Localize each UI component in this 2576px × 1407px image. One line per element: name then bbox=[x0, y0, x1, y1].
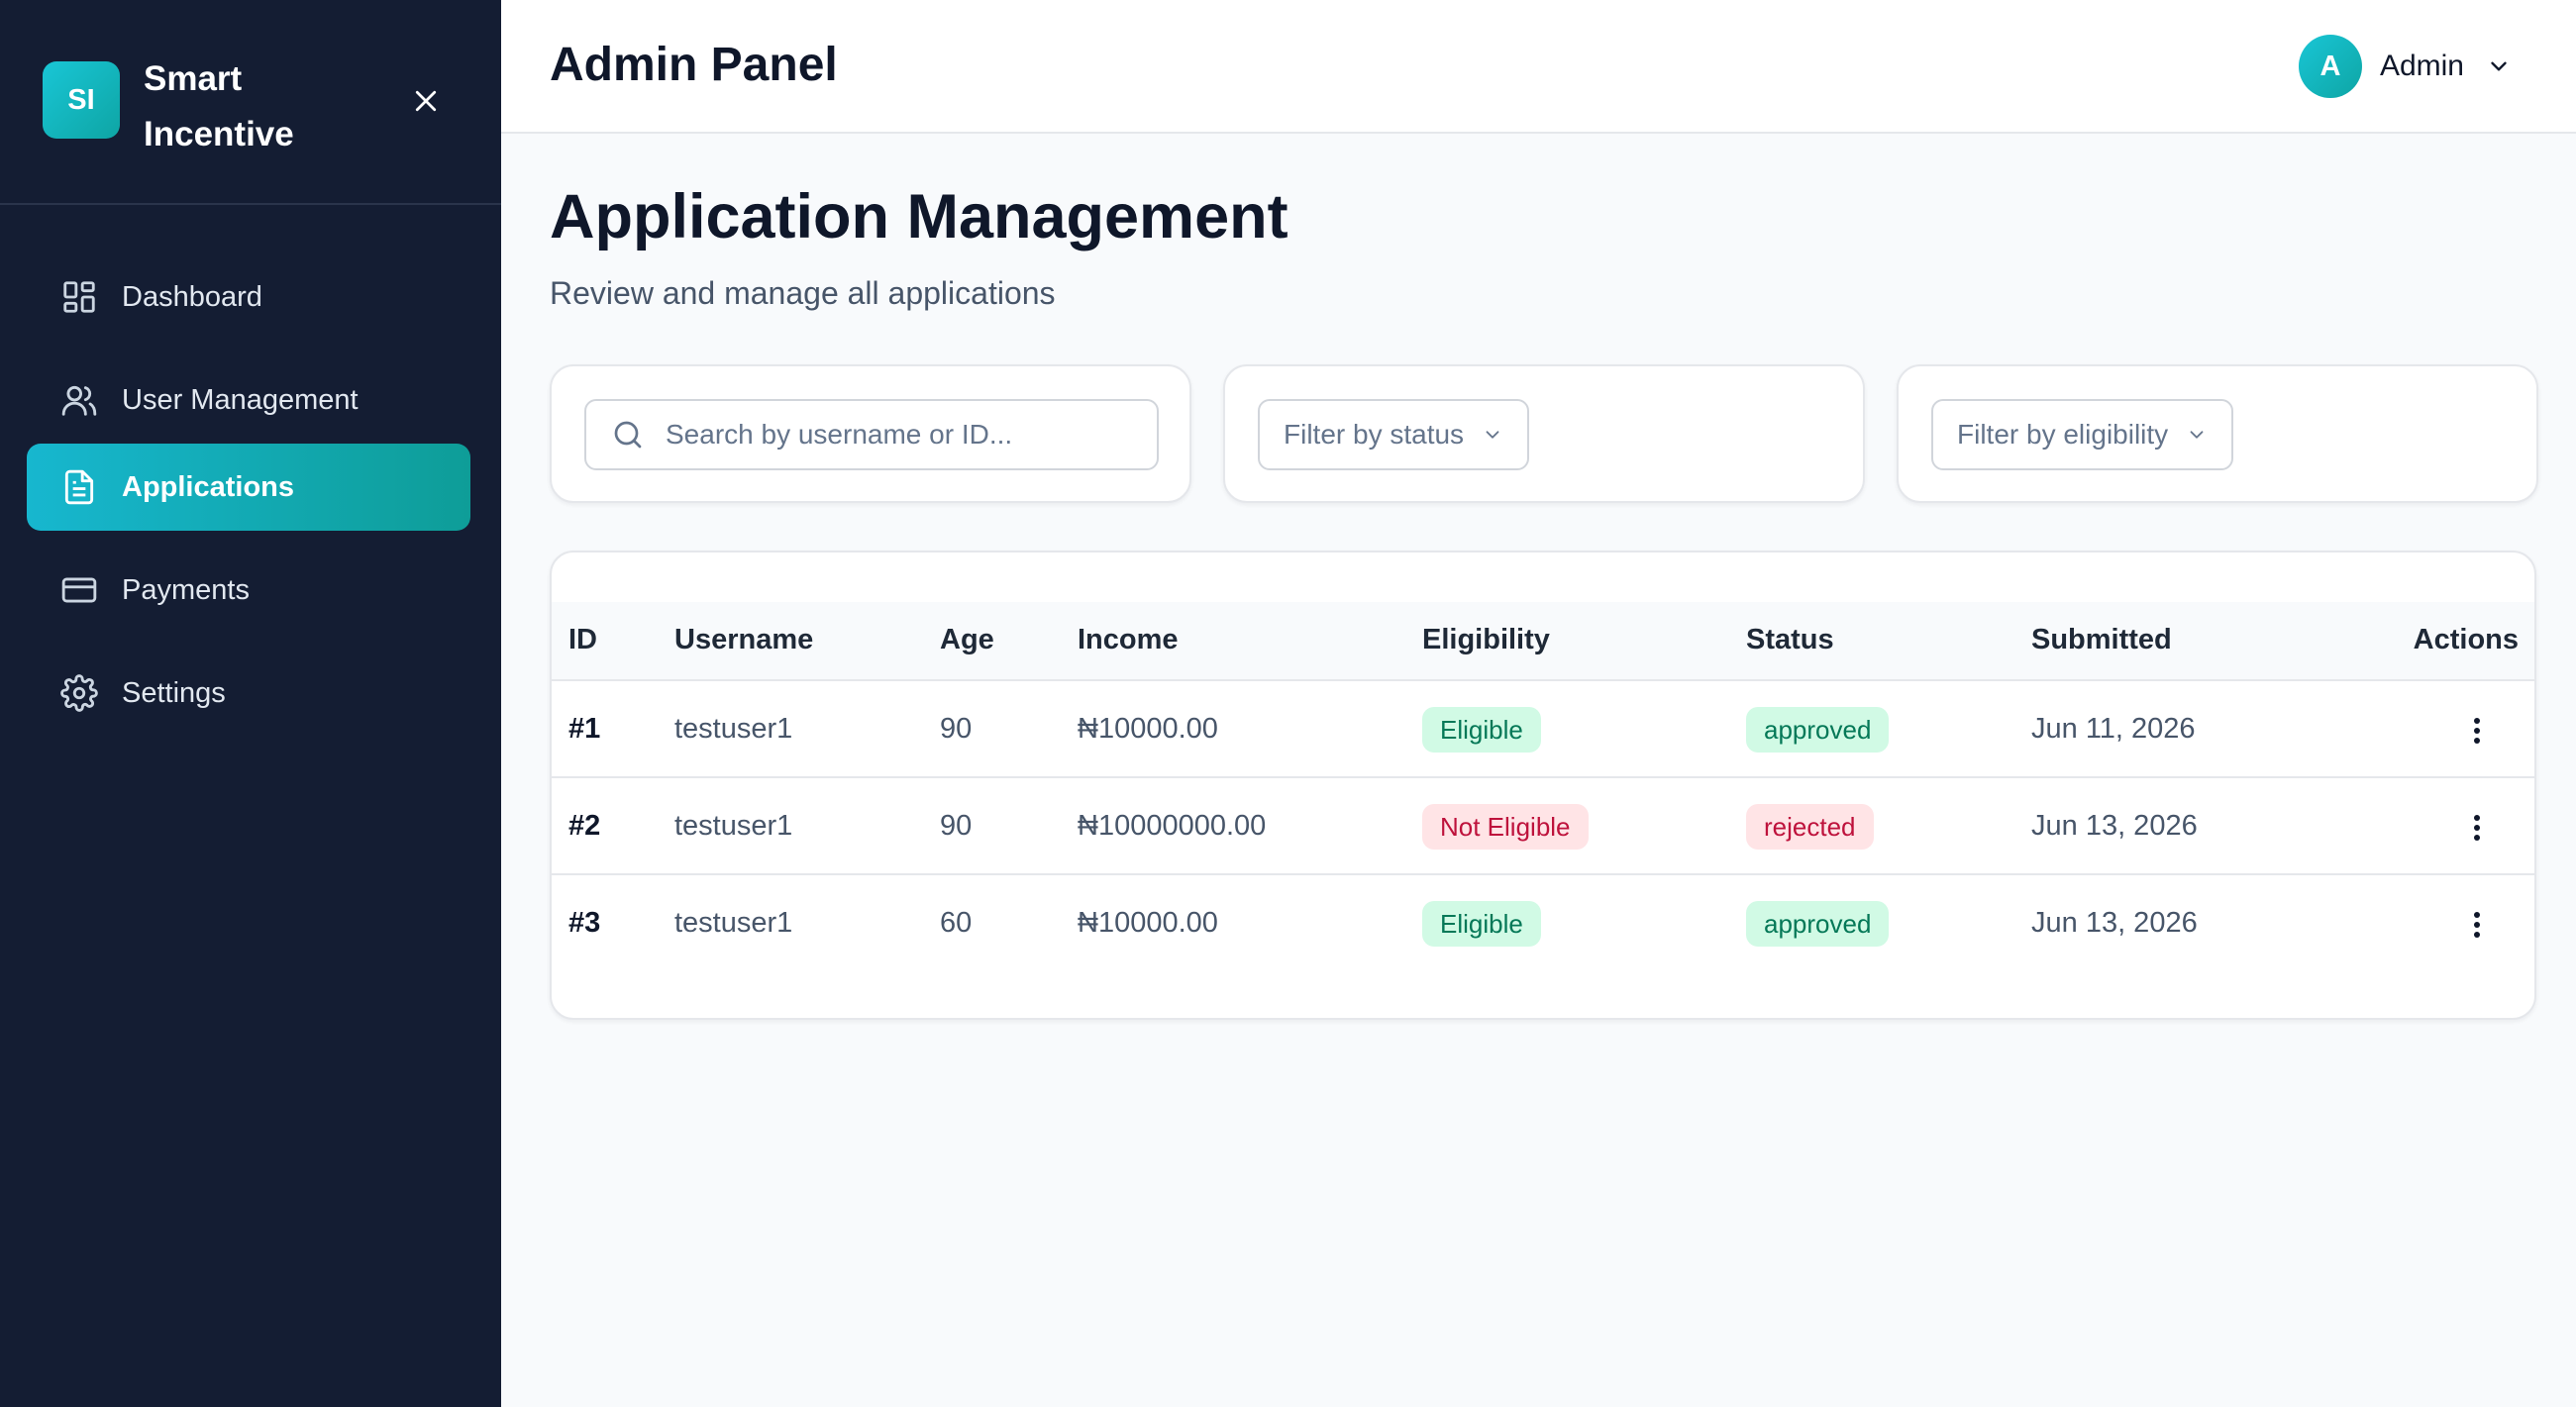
avatar: A bbox=[2298, 35, 2362, 98]
sidebar-item-label: User Management bbox=[122, 383, 359, 416]
row-submitted: Jun 13, 2026 bbox=[2031, 810, 2198, 842]
column-header-username: Username bbox=[674, 624, 814, 655]
applications-table: ID Username Age Income Eligibility Statu… bbox=[550, 551, 2536, 1020]
status-filter-select[interactable]: Filter by status bbox=[1258, 399, 1530, 470]
eligibility-badge: Not Eligible bbox=[1422, 804, 1589, 850]
sidebar-item-label: Payments bbox=[122, 573, 250, 606]
chevron-down-icon bbox=[2186, 424, 2208, 446]
dashboard-icon bbox=[59, 277, 99, 317]
search-icon bbox=[614, 421, 642, 449]
status-badge: approved bbox=[1746, 707, 1890, 753]
column-header-income: Income bbox=[1078, 624, 1179, 655]
column-header-id: ID bbox=[568, 624, 597, 655]
more-vertical-icon bbox=[2474, 815, 2480, 841]
close-sidebar-button[interactable] bbox=[406, 81, 446, 121]
row-username: testuser1 bbox=[674, 907, 793, 939]
search-field[interactable] bbox=[584, 399, 1159, 470]
user-name: Admin bbox=[2379, 50, 2464, 82]
brand-header: SI Smart Incentive bbox=[0, 0, 501, 205]
row-username: testuser1 bbox=[674, 810, 793, 842]
row-id: #1 bbox=[568, 713, 601, 745]
eligibility-badge: Eligible bbox=[1422, 707, 1541, 753]
eligibility-filter-select[interactable]: Filter by eligibility bbox=[1931, 399, 2234, 470]
table-row: #3 testuser1 60 ₦10000.00 Eligible appro… bbox=[552, 875, 2534, 972]
column-header-status: Status bbox=[1746, 624, 1834, 655]
brand-name: Smart Incentive bbox=[144, 59, 294, 153]
top-header: Admin Panel A Admin bbox=[501, 0, 2576, 134]
more-vertical-icon bbox=[2474, 912, 2480, 938]
status-filter-card: Filter by status bbox=[1223, 364, 1865, 503]
row-submitted: Jun 13, 2026 bbox=[2031, 907, 2198, 939]
more-vertical-icon bbox=[2474, 718, 2480, 744]
sidebar-item-dashboard[interactable]: Dashboard bbox=[27, 253, 470, 341]
eligibility-filter-label: Filter by eligibility bbox=[1957, 419, 2169, 450]
chevron-down-icon bbox=[2484, 51, 2514, 81]
sidebar-item-user-management[interactable]: User Management bbox=[27, 356, 470, 444]
row-income: ₦10000.00 bbox=[1078, 713, 1218, 745]
status-badge: approved bbox=[1746, 901, 1890, 947]
search-input[interactable] bbox=[666, 419, 1141, 451]
sidebar-item-label: Settings bbox=[122, 676, 226, 709]
status-filter-label: Filter by status bbox=[1284, 419, 1465, 450]
row-actions-button[interactable] bbox=[2459, 808, 2495, 848]
row-username: testuser1 bbox=[674, 713, 793, 745]
user-menu-button[interactable]: A Admin bbox=[2298, 34, 2514, 99]
row-actions-button[interactable] bbox=[2459, 711, 2495, 751]
table-row: #1 testuser1 90 ₦10000.00 Eligible appro… bbox=[552, 681, 2534, 778]
page-title: Application Management bbox=[550, 182, 1288, 251]
sidebar: SI Smart Incentive Dashboard User Manage… bbox=[0, 0, 501, 1407]
column-header-submitted: Submitted bbox=[2031, 624, 2172, 655]
sidebar-item-settings[interactable]: Settings bbox=[27, 650, 470, 737]
row-age: 90 bbox=[940, 810, 973, 842]
row-income: ₦10000000.00 bbox=[1078, 810, 1267, 842]
brand-logo: SI bbox=[43, 61, 120, 139]
header-title: Admin Panel bbox=[550, 39, 838, 91]
eligibility-filter-card: Filter by eligibility bbox=[1897, 364, 2538, 503]
column-header-actions: Actions bbox=[2413, 624, 2519, 655]
row-id: #2 bbox=[568, 810, 601, 842]
eligibility-badge: Eligible bbox=[1422, 901, 1541, 947]
gear-icon bbox=[59, 673, 99, 713]
chevron-down-icon bbox=[1482, 424, 1503, 446]
sidebar-item-applications[interactable]: Applications bbox=[27, 444, 470, 531]
table-header: ID Username Age Income Eligibility Statu… bbox=[552, 602, 2534, 681]
document-icon bbox=[59, 467, 99, 507]
table-row: #2 testuser1 90 ₦10000000.00 Not Eligibl… bbox=[552, 778, 2534, 875]
page-subtitle: Review and manage all applications bbox=[550, 275, 1056, 311]
row-submitted: Jun 11, 2026 bbox=[2031, 713, 2196, 745]
credit-card-icon bbox=[59, 570, 99, 610]
row-income: ₦10000.00 bbox=[1078, 907, 1218, 939]
row-id: #3 bbox=[568, 907, 601, 939]
sidebar-item-payments[interactable]: Payments bbox=[27, 547, 470, 634]
column-header-eligibility: Eligibility bbox=[1422, 624, 1550, 655]
sidebar-item-label: Applications bbox=[122, 470, 295, 503]
sidebar-item-label: Dashboard bbox=[122, 280, 262, 313]
row-actions-button[interactable] bbox=[2459, 905, 2495, 945]
row-age: 60 bbox=[940, 907, 973, 939]
users-icon bbox=[59, 380, 99, 420]
status-badge: rejected bbox=[1746, 804, 1874, 850]
search-card bbox=[550, 364, 1191, 503]
column-header-age: Age bbox=[940, 624, 994, 655]
close-icon bbox=[415, 90, 437, 112]
row-age: 90 bbox=[940, 713, 973, 745]
